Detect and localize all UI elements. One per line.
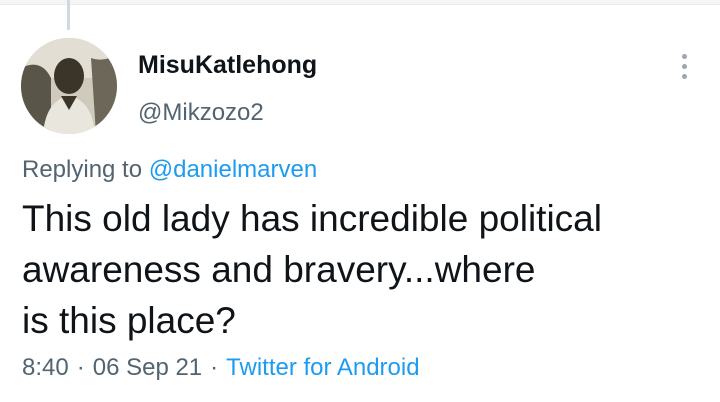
- replying-to-line: Replying to @danielmarven: [22, 156, 317, 184]
- more-vertical-icon-dot: [682, 74, 687, 79]
- tweet-text-line: is this place?: [22, 300, 236, 341]
- replying-to-handle-link[interactable]: @danielmarven: [149, 156, 317, 183]
- tweet-text: This old lady has incredible political a…: [22, 193, 662, 346]
- avatar[interactable]: [21, 38, 117, 134]
- top-divider: [0, 0, 720, 5]
- tweet-text-line: This old lady has incredible political: [22, 198, 602, 239]
- more-vertical-icon: [682, 54, 687, 59]
- tweet-source-link[interactable]: Twitter for Android: [226, 354, 419, 381]
- meta-separator: ·: [76, 354, 85, 381]
- avatar-photo-icon: [21, 38, 117, 134]
- tweet-text-line: awareness and bravery...where: [22, 249, 536, 290]
- thread-connector-line: [67, 0, 70, 30]
- meta-separator: ·: [210, 354, 219, 381]
- tweet-time[interactable]: 8:40: [22, 354, 69, 381]
- tweet-metadata: 8:40 · 06 Sep 21 · Twitter for Android: [22, 354, 420, 382]
- tweet-date[interactable]: 06 Sep 21: [93, 354, 202, 381]
- author-handle[interactable]: @Mikzozo2: [138, 99, 264, 127]
- replying-to-label: Replying to: [22, 156, 143, 183]
- more-options-button[interactable]: [672, 50, 696, 84]
- more-vertical-icon-dot: [682, 64, 687, 69]
- author-name[interactable]: MisuKatlehong: [138, 51, 317, 80]
